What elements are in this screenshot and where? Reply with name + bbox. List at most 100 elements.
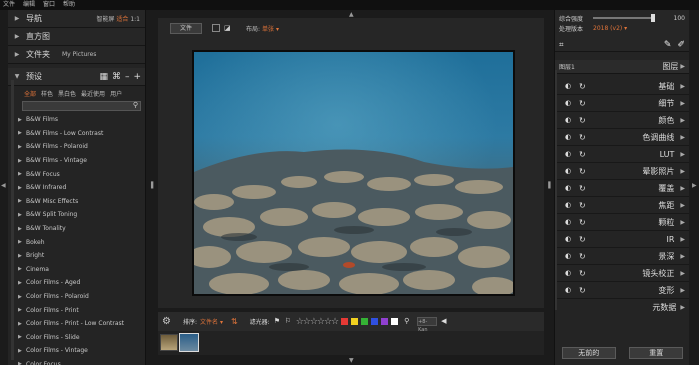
- preset-item[interactable]: ▶ Color Films - Print - Low Contrast: [18, 317, 145, 331]
- module-row[interactable]: ◐ ↻ 色调曲线 ▶: [555, 129, 689, 146]
- module-row[interactable]: ◐ ↻ 变形 ▶: [555, 282, 689, 299]
- toggle-icon[interactable]: ◐: [565, 82, 579, 90]
- color-filter-green[interactable]: [361, 318, 369, 325]
- flag-reject-icon[interactable]: ⚐: [285, 318, 292, 325]
- menu-help[interactable]: 帮助: [63, 0, 75, 10]
- presets-header[interactable]: ▼ 预设 ▦ ⌘ – +: [8, 68, 145, 86]
- pen-icon[interactable]: ✐: [677, 40, 685, 50]
- crop-icon[interactable]: ⌗: [559, 40, 564, 50]
- chevron-right-icon[interactable]: ▶: [680, 117, 685, 124]
- chevron-right-icon[interactable]: ▶: [680, 253, 685, 260]
- preset-item[interactable]: ▶ B&W Infrared: [18, 181, 145, 195]
- chevron-right-icon[interactable]: ▶: [680, 185, 685, 192]
- preset-item[interactable]: ▶ Color Focus: [18, 358, 145, 365]
- reset-icon[interactable]: ↻: [579, 235, 591, 244]
- process-version-dropdown[interactable]: 2018 (v2) ▾: [593, 25, 627, 32]
- expand-icon[interactable]: ▶: [12, 33, 22, 40]
- reset-button[interactable]: 重置: [629, 347, 684, 359]
- chevron-left-icon[interactable]: ◀: [441, 318, 448, 325]
- reset-icon[interactable]: ↻: [579, 269, 591, 278]
- color-filter-white[interactable]: [391, 318, 399, 325]
- expand-icon[interactable]: ▶: [18, 198, 26, 204]
- reset-icon[interactable]: ↻: [579, 133, 591, 142]
- module-row[interactable]: ◐ ↻ 焦距 ▶: [555, 197, 689, 214]
- preset-item[interactable]: ▶ B&W Split Toning: [18, 208, 145, 222]
- star-rating-filter[interactable]: ☆☆☆☆☆☆: [296, 317, 339, 327]
- menu-edit[interactable]: 编辑: [23, 0, 35, 10]
- file-button[interactable]: 文件: [170, 22, 202, 34]
- reset-icon[interactable]: ↻: [579, 150, 591, 159]
- reset-icon[interactable]: ↻: [579, 99, 591, 108]
- expand-icon[interactable]: ▶: [18, 144, 26, 150]
- tab-all[interactable]: 全部: [24, 89, 36, 98]
- reset-icon[interactable]: ↻: [579, 82, 591, 91]
- toggle-icon[interactable]: ◐: [565, 150, 579, 158]
- expand-icon[interactable]: ▶: [18, 266, 26, 272]
- previous-button[interactable]: 无前的: [561, 347, 616, 359]
- chevron-right-icon[interactable]: ▶: [680, 287, 685, 294]
- collapse-icon[interactable]: ▼: [12, 73, 22, 80]
- left-panel-collapse-icon[interactable]: ◀: [1, 182, 6, 189]
- preset-item[interactable]: ▶ B&W Misc Effects: [18, 195, 145, 209]
- tab-bw[interactable]: 黑白色: [58, 89, 76, 98]
- zoom-option-fit[interactable]: 适合: [116, 16, 128, 23]
- toggle-icon[interactable]: ◐: [565, 269, 579, 277]
- expand-icon[interactable]: ▶: [18, 348, 26, 354]
- module-row[interactable]: ◐ ↻ 颗粒 ▶: [555, 214, 689, 231]
- reset-icon[interactable]: ↻: [579, 184, 591, 193]
- expand-icon[interactable]: ▶: [18, 280, 26, 286]
- histogram-section[interactable]: ▶ 直方图: [8, 28, 145, 46]
- color-filter-yellow[interactable]: [351, 318, 359, 325]
- layer-row[interactable]: 图层1 图层 ▶: [555, 60, 689, 74]
- right-divider-icon[interactable]: ▐: [546, 182, 551, 189]
- module-row[interactable]: ◐ ↻ IR ▶: [555, 231, 689, 248]
- filmstrip-thumbnail-selected[interactable]: [179, 333, 199, 352]
- expand-icon[interactable]: ▶: [18, 171, 26, 177]
- expand-icon[interactable]: ▶: [12, 51, 22, 58]
- shuffle-icon[interactable]: ⌘: [112, 72, 121, 82]
- zoom-option-1to1[interactable]: 1:1: [130, 16, 140, 23]
- expand-icon[interactable]: ▶: [18, 117, 26, 123]
- toggle-icon[interactable]: ◐: [565, 218, 579, 226]
- sort-dropdown[interactable]: 文件名 ▾: [200, 317, 223, 326]
- preset-item[interactable]: ▶ B&W Films - Low Contrast: [18, 127, 145, 141]
- module-row[interactable]: ◐ ↻ 镜头校正 ▶: [555, 265, 689, 282]
- preset-item[interactable]: ▶ Cinema: [18, 263, 145, 277]
- reset-icon[interactable]: ↻: [579, 252, 591, 261]
- chevron-right-icon[interactable]: ▶: [680, 202, 685, 209]
- layout-dropdown[interactable]: 单张 ▾: [262, 24, 279, 33]
- preset-item[interactable]: ▶ B&W Films: [18, 113, 145, 127]
- bottom-panel-collapse-icon[interactable]: ▼: [349, 357, 354, 364]
- reset-icon[interactable]: ↻: [579, 167, 591, 176]
- chevron-right-icon[interactable]: ▶: [680, 63, 685, 70]
- expand-icon[interactable]: ▶: [18, 294, 26, 300]
- strength-value[interactable]: 100: [674, 15, 685, 22]
- right-panel-collapse-icon[interactable]: ▶: [692, 182, 697, 189]
- module-row[interactable]: ◐ ↻ 晕影照片 ▶: [555, 163, 689, 180]
- brush-icon[interactable]: ✎: [664, 40, 672, 50]
- expand-icon[interactable]: ▶: [18, 321, 26, 327]
- toggle-icon[interactable]: ◐: [565, 252, 579, 260]
- chevron-right-icon[interactable]: ▶: [680, 134, 685, 141]
- toggle-icon[interactable]: ◐: [565, 184, 579, 192]
- expand-icon[interactable]: ▶: [18, 253, 26, 259]
- metadata-section[interactable]: 元数据 ▶: [555, 299, 689, 315]
- expand-icon[interactable]: ▶: [12, 15, 22, 22]
- expand-icon[interactable]: ▶: [18, 334, 26, 340]
- top-panel-collapse-icon[interactable]: ▲: [349, 11, 354, 18]
- expand-icon[interactable]: ▶: [18, 226, 26, 232]
- preset-item[interactable]: ▶ B&W Tonality: [18, 222, 145, 236]
- layer-name[interactable]: 图层1: [559, 62, 575, 71]
- module-row[interactable]: ◐ ↻ 细节 ▶: [555, 95, 689, 112]
- toggle-icon[interactable]: ◐: [565, 235, 579, 243]
- preset-item[interactable]: ▶ Color Films - Vintage: [18, 344, 145, 358]
- chevron-right-icon[interactable]: ▶: [680, 219, 685, 226]
- chevron-right-icon[interactable]: ▶: [680, 236, 685, 243]
- expand-icon[interactable]: ▶: [18, 307, 26, 313]
- expand-icon[interactable]: ▶: [18, 185, 26, 191]
- sort-order-icon[interactable]: ⇅: [231, 317, 238, 326]
- color-filter-red[interactable]: [341, 318, 349, 325]
- compare-view-icon[interactable]: ◪: [224, 24, 232, 32]
- filmstrip-thumbnail[interactable]: [160, 334, 178, 351]
- menu-file[interactable]: 文件: [3, 0, 15, 10]
